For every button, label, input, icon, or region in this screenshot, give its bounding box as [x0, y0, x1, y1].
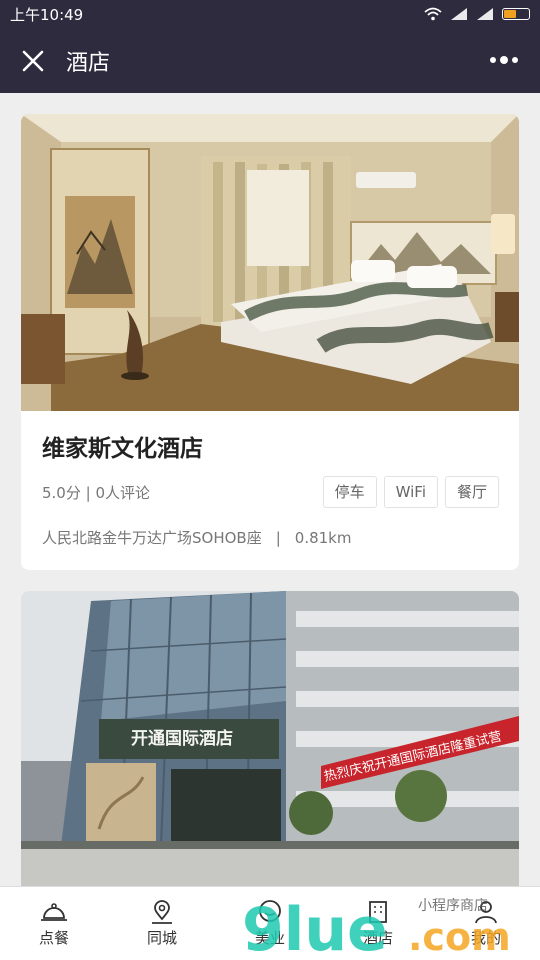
tab-label: 点餐: [38, 929, 69, 947]
status-bar: 上午10:49: [0, 0, 540, 28]
signal-icon: [477, 8, 493, 20]
amenity-tag-restaurant: 餐厅: [444, 476, 499, 508]
close-button[interactable]: [0, 28, 66, 93]
close-icon: [22, 50, 44, 71]
more-dot-icon: [490, 57, 496, 63]
hotel-rating: 5.0分 | 0人评论: [42, 484, 150, 502]
face-icon: [259, 900, 281, 922]
tab-ordering[interactable]: 点餐: [0, 887, 108, 960]
battery-icon: [502, 8, 530, 20]
hotel-address: 人民北路金牛万达广场SOHOB座: [42, 529, 262, 547]
tab-label: 我的: [470, 929, 501, 947]
hotel-photo[interactable]: [21, 114, 519, 411]
bottom-tab-bar: 点餐 同城 美业 酒店 我的: [0, 886, 540, 960]
nav-header: 酒店: [0, 28, 540, 93]
more-options-button[interactable]: [484, 48, 524, 72]
address-separator: |: [275, 529, 281, 547]
amenity-tags: 停车 WiFi 餐厅: [322, 476, 499, 508]
location-pin-icon: [152, 900, 172, 924]
tab-label: 美业: [254, 929, 285, 947]
cloche-icon: [41, 903, 67, 921]
user-icon: [475, 901, 497, 924]
signal-icon: [451, 8, 467, 20]
tab-profile[interactable]: 我的: [432, 887, 540, 960]
more-dot-icon: [500, 56, 508, 64]
page-title: 酒店: [66, 50, 111, 76]
more-dot-icon: [512, 57, 518, 63]
wifi-icon: [424, 7, 442, 21]
status-icons: [424, 7, 530, 21]
status-time: 上午10:49: [10, 5, 84, 24]
amenity-tag-wifi: WiFi: [383, 476, 438, 508]
amenity-tag-parking: 停车: [322, 476, 377, 508]
building-sign-text: 开通国际酒店: [131, 728, 233, 749]
hotel-distance: 0.81km: [294, 529, 352, 547]
hotel-card[interactable]: 开通国际酒店 热烈庆祝开通国际酒店隆重试营: [21, 591, 519, 886]
hotel-photo[interactable]: 开通国际酒店 热烈庆祝开通国际酒店隆重试营: [21, 591, 519, 886]
tab-beauty[interactable]: 美业: [216, 887, 324, 960]
hotel-address-line: 人民北路金牛万达广场SOHOB座 | 0.81km: [42, 527, 351, 548]
tab-label: 酒店: [362, 929, 393, 947]
hotel-name[interactable]: 维家斯文化酒店: [42, 429, 203, 463]
tab-local[interactable]: 同城: [108, 887, 216, 960]
tab-hotel[interactable]: 酒店: [324, 887, 432, 960]
hotel-icon: [369, 901, 387, 923]
hotel-list[interactable]: 维家斯文化酒店 5.0分 | 0人评论 停车 WiFi 餐厅 人民北路金牛万达广…: [0, 93, 540, 886]
tab-label: 同城: [146, 929, 177, 947]
hotel-card[interactable]: 维家斯文化酒店 5.0分 | 0人评论 停车 WiFi 餐厅 人民北路金牛万达广…: [21, 114, 519, 570]
